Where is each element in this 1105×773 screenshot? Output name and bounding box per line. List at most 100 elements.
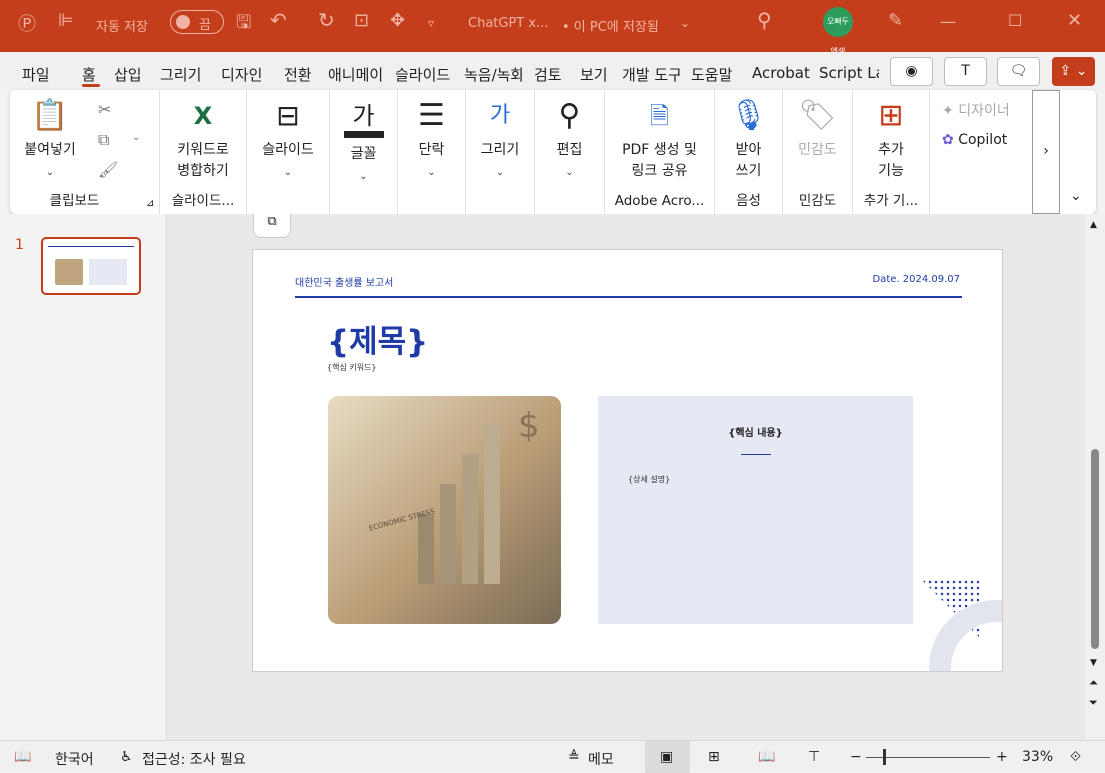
tab-developer[interactable]: 개발 도구 (622, 64, 680, 85)
tab-animations[interactable]: 애니메이션 (328, 64, 384, 85)
tab-slideshow[interactable]: 슬라이드 쇼 (395, 64, 455, 85)
previous-slide-icon[interactable]: ⏶ (1089, 676, 1098, 690)
tab-file[interactable]: 파일 (22, 64, 50, 85)
copilot-button[interactable]: ✿ Copilot (942, 132, 1007, 148)
comments-button[interactable]: 🗨 (997, 57, 1040, 86)
touch-mode-icon[interactable]: ✥ (390, 10, 405, 31)
chevron-down-icon[interactable]: ⌄ (132, 132, 140, 143)
notes-button[interactable]: 메모 (588, 749, 614, 769)
drawing-button[interactable]: 가 그리기 ⌄ (466, 98, 534, 183)
pen-icon[interactable]: ✎ (888, 10, 903, 31)
dictate-button[interactable]: 🎙 받아 쓰기 (715, 98, 782, 182)
present-icon[interactable]: ⊡ (354, 10, 369, 31)
spellcheck-icon[interactable]: 📖 (14, 749, 31, 765)
collapse-ribbon-icon[interactable]: ⌄ (1070, 188, 1082, 204)
tab-design[interactable]: 디자인 (221, 64, 273, 85)
avatar[interactable]: 오빠두 엑셀 (823, 7, 853, 56)
dialog-launcher-icon[interactable]: ⊿ (146, 198, 154, 209)
group-label: 민감도 (798, 193, 837, 209)
tab-review[interactable]: 검토 (534, 64, 570, 85)
tab-acrobat[interactable]: Acrobat (752, 64, 812, 82)
merge-keywords-button[interactable]: X 키워드로 병합하기 (160, 98, 246, 182)
chevron-down-icon[interactable]: ⌄ (680, 16, 690, 30)
copilot-slide-button[interactable]: ⧉ (253, 214, 291, 238)
font-icon: 가 (343, 98, 384, 138)
slide-thumbnail[interactable] (41, 237, 141, 295)
content-box[interactable]: {핵심 내용} {상세 설명} (598, 396, 913, 624)
addins-button[interactable]: ⊞ 추가 기능 (853, 98, 929, 182)
maximize-icon[interactable]: ☐ (1008, 11, 1022, 30)
slide-date[interactable]: Date. 2024.09.07 (872, 274, 960, 285)
redo-icon[interactable]: ↻ (318, 8, 335, 32)
align-icon: ☰ (418, 98, 445, 133)
save-icon[interactable]: 🖫 (236, 10, 251, 40)
group-merge: X 키워드로 병합하기 슬라이드... (160, 90, 247, 214)
paste-button[interactable]: 📋 붙여넣기 ⌄ (10, 98, 90, 183)
content-box-title[interactable]: {핵심 내용} (598, 424, 913, 439)
scroll-down-icon[interactable]: ▼ (1090, 658, 1097, 668)
merge-label: 키워드로 병합하기 (177, 142, 229, 179)
designer-label: 디자이너 (958, 103, 1010, 119)
reading-view-icon[interactable]: 📖 (758, 749, 775, 765)
language-status[interactable]: 한국어 (55, 749, 94, 769)
economic-stress-image[interactable]: $ ECONOMIC STRESS (328, 396, 561, 624)
paragraph-button[interactable]: ☰ 단락 ⌄ (398, 98, 465, 183)
tab-draw[interactable]: 그리기 (160, 64, 212, 85)
create-pdf-button[interactable]: 🗎 PDF 생성 및 링크 공유 (605, 98, 714, 182)
close-icon[interactable]: ✕ (1067, 10, 1082, 31)
tab-home[interactable]: 홈 (82, 64, 96, 85)
fit-to-window-icon[interactable]: ⟐ (1070, 749, 1081, 765)
vertical-scrollbar[interactable]: ▲ ▼ ⏶ ⏷ (1085, 214, 1105, 740)
zoom-in-button[interactable]: + (996, 749, 1008, 765)
content-box-detail[interactable]: {상세 설명} (628, 474, 670, 485)
normal-view-button[interactable]: ▣ (645, 741, 690, 773)
tab-transitions[interactable]: 전환 (284, 64, 320, 85)
minimize-icon[interactable]: — (940, 12, 956, 31)
cut-icon[interactable]: ✂ (98, 100, 111, 119)
copilot-label: Copilot (958, 132, 1008, 148)
slide-canvas[interactable]: 대한민국 출생률 보고서 Date. 2024.09.07 {제목} {핵심 키… (252, 249, 1003, 672)
editing-button[interactable]: ⚲ 편집 ⌄ (535, 98, 604, 183)
tab-help[interactable]: 도움말 (691, 64, 745, 85)
sensitivity-button[interactable]: 🏷 민감도 (783, 98, 852, 161)
font-button[interactable]: 가 글꼴 ⌄ (330, 98, 397, 187)
customize-icon[interactable]: ⊫ (58, 10, 74, 31)
microphone-icon: 🎙 (729, 98, 768, 133)
copy-icon[interactable]: ⧉ (98, 130, 109, 150)
scroll-up-icon[interactable]: ▲ (1090, 220, 1097, 230)
ribbon-more-button[interactable]: › (1032, 90, 1060, 214)
save-status[interactable]: • 이 PC에 저장됨 (562, 16, 659, 35)
slide-header[interactable]: 대한민국 출생률 보고서 (295, 274, 393, 289)
next-slide-icon[interactable]: ⏷ (1089, 696, 1098, 710)
scrollbar-thumb[interactable] (1091, 449, 1099, 649)
drawing-label: 그리기 (480, 142, 520, 158)
document-title[interactable]: ChatGPT x... (468, 16, 548, 31)
slide-keywords[interactable]: {핵심 키워드} (327, 362, 377, 373)
share-button[interactable]: ⇪ ⌄ (1052, 57, 1095, 86)
accessibility-status[interactable]: 접근성: 조사 필요 (142, 749, 246, 769)
tab-view[interactable]: 보기 (580, 64, 616, 85)
undo-icon[interactable]: ↶ (270, 8, 287, 32)
autosave-toggle[interactable]: 끔 (170, 10, 224, 34)
slide-title[interactable]: {제목} (327, 316, 428, 361)
slides-button[interactable]: ⊟ 슬라이드 ⌄ (247, 98, 329, 183)
search-icon[interactable]: ⚲ (757, 8, 772, 32)
group-label: 슬라이드... (171, 193, 235, 209)
tab-record[interactable]: 녹음/녹화 (464, 64, 522, 85)
slide-sorter-icon[interactable]: ⊞ (708, 749, 720, 765)
shapes-icon: 가 (489, 103, 511, 128)
zoom-slider-thumb[interactable] (883, 749, 886, 765)
tab-insert[interactable]: 삽입 (114, 64, 152, 85)
qat-dropdown-icon[interactable]: ▿ (428, 16, 434, 30)
designer-button[interactable]: ✦ 디자이너 (942, 100, 1010, 120)
format-painter-icon[interactable]: 🖌 (98, 160, 118, 179)
slideshow-icon[interactable]: ⊤ (808, 749, 820, 765)
tab-script-lab[interactable]: Script Lab (819, 64, 879, 82)
sensitivity-icon: 🏷 (798, 98, 837, 133)
zoom-level[interactable]: 33% (1022, 749, 1053, 765)
ring-decoration (929, 600, 1002, 671)
group-font: 가 글꼴 ⌄ (330, 90, 398, 214)
zoom-out-button[interactable]: − (850, 749, 862, 765)
record-button[interactable]: ◉ (890, 57, 933, 86)
teams-button[interactable]: T (944, 57, 987, 86)
